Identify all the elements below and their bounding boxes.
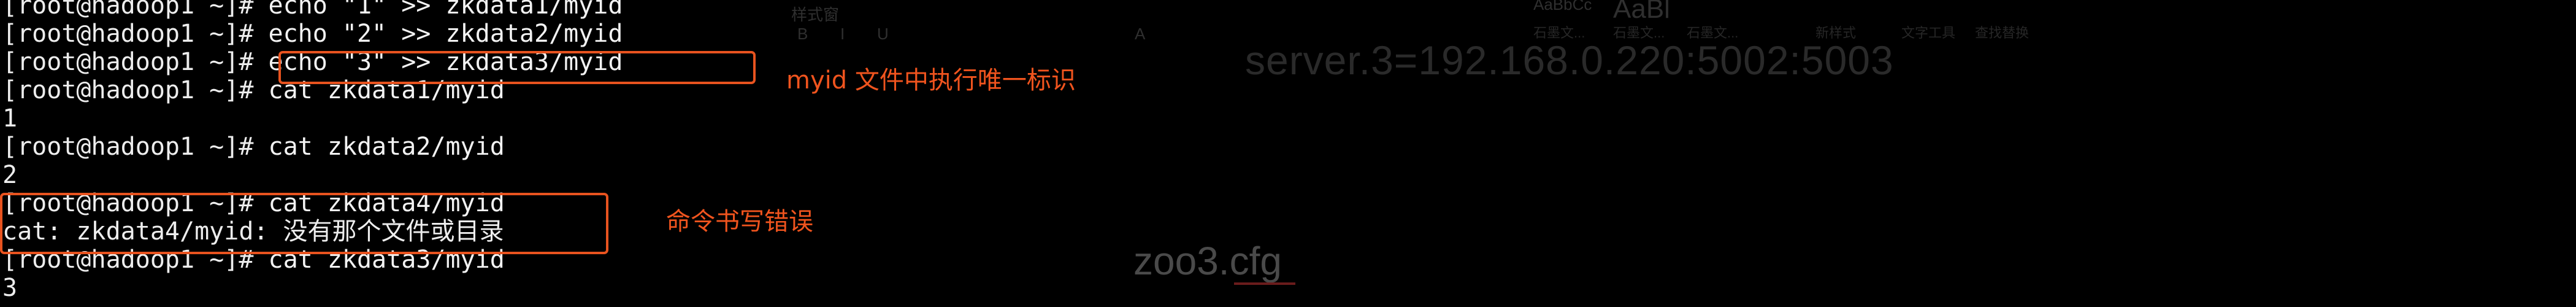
underline-icon: U	[877, 25, 889, 43]
font-color-icon: A	[1135, 25, 1146, 43]
style-label: 石墨文...	[1687, 25, 1739, 41]
terminal-line: [root@hadoop1 ~]# echo "1" >> zkdata1/my…	[2, 0, 623, 20]
terminal-output: 1	[2, 104, 18, 133]
toolbar-item: 样式窗	[791, 6, 840, 24]
style-label: 石墨文...	[1613, 25, 1665, 41]
spellcheck-underline	[1234, 282, 1295, 285]
myid-annotation: myid 文件中执行唯一标识	[786, 66, 1076, 95]
terminal-window[interactable]: [root@hadoop1 ~]# echo "1" >> zkdata1/my…	[0, 0, 797, 307]
background-toolbar: 样式窗 B I U A AaBbCc AaBl 石墨文... 石墨文... 石墨…	[791, 0, 2042, 43]
style-preview-large: AaBl	[1613, 0, 1670, 24]
terminal-output: 3	[2, 274, 18, 302]
myid-highlight-box	[278, 51, 756, 84]
terminal-output: 2	[2, 161, 18, 189]
ribbon-label: 文字工具	[1901, 25, 1956, 41]
bold-icon: B	[797, 25, 808, 43]
error-highlight-box	[0, 193, 608, 254]
ribbon-label: 查找替换	[1975, 25, 2030, 41]
style-label: 石墨文...	[1533, 25, 1585, 41]
terminal-line: [root@hadoop1 ~]# echo "2" >> zkdata2/my…	[2, 20, 623, 48]
italic-icon: I	[840, 25, 845, 43]
config-file-name: zoo3.cfg	[1133, 239, 1282, 283]
error-annotation: 命令书写错误	[666, 208, 813, 236]
terminal-line: [root@hadoop1 ~]# cat zkdata2/myid	[2, 133, 505, 161]
server-config-line: server.3=192.168.0.220:5002:5003	[1245, 37, 1894, 83]
ribbon-label: 新样式	[1815, 25, 1857, 41]
style-preview: AaBbCc	[1533, 0, 1592, 14]
